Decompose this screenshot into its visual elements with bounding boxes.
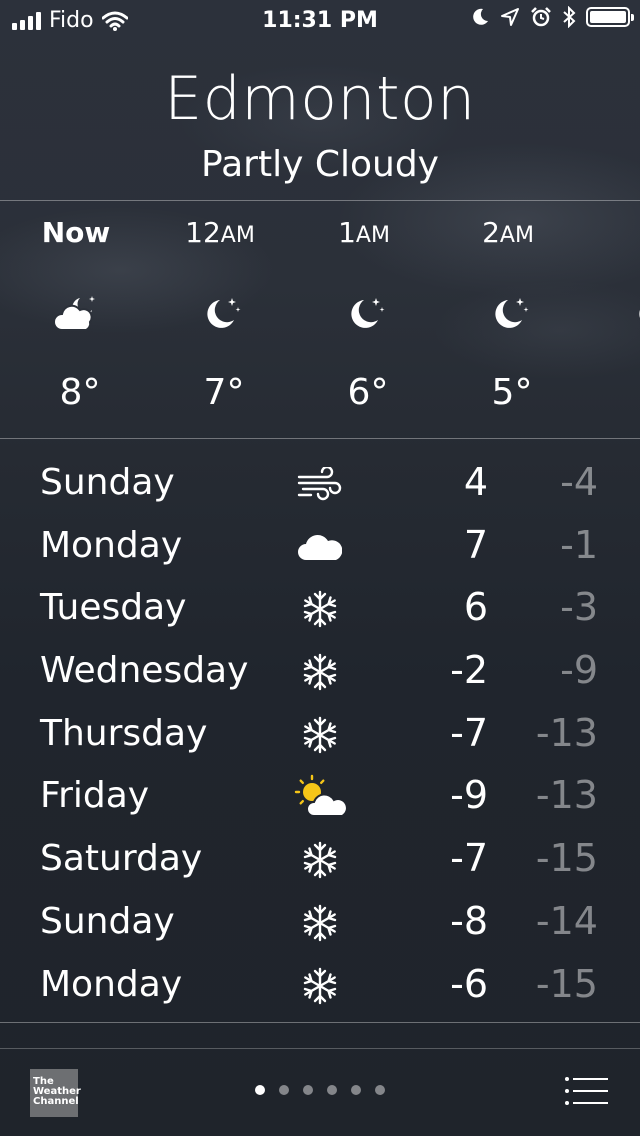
battery-icon	[586, 7, 634, 27]
divider-daily	[0, 1022, 640, 1023]
hourly-temp: 6°	[347, 372, 389, 413]
hourly-item: Now 8°	[6, 202, 146, 438]
hourly-item: 12AM 7°	[150, 202, 290, 438]
page-dot[interactable]	[327, 1085, 337, 1095]
snowflake-icon	[290, 838, 350, 882]
partly-sunny-icon	[290, 775, 350, 819]
high-temp: 4	[463, 460, 488, 504]
day-name: Sunday	[40, 900, 175, 942]
day-name: Monday	[40, 963, 183, 1005]
city-list-icon[interactable]	[564, 1076, 608, 1106]
snowflake-icon	[290, 713, 350, 757]
snowflake-icon	[290, 587, 350, 631]
low-temp: -15	[535, 836, 598, 881]
snowflake-icon	[290, 901, 350, 945]
city-name: Edmonton	[164, 64, 476, 134]
high-temp: -7	[450, 836, 488, 881]
moon-stars-icon	[438, 294, 578, 334]
hourly-temp: 7°	[203, 372, 245, 413]
bluetooth-icon	[563, 6, 576, 28]
daily-row: Friday -9 -13	[0, 765, 640, 828]
hourly-forecast[interactable]: Now8°12AM7°1AM6°2AM5°33	[0, 202, 640, 438]
daily-row: Thursday -7 -13	[0, 703, 640, 766]
status-right	[470, 6, 634, 28]
day-name: Thursday	[40, 712, 208, 754]
page-dot[interactable]	[279, 1085, 289, 1095]
daily-row: Saturday -7 -15	[0, 828, 640, 891]
wind-icon	[290, 462, 350, 506]
low-temp: -1	[560, 522, 598, 567]
low-temp: -9	[560, 648, 598, 693]
snowflake-icon	[290, 964, 350, 1008]
day-name: Sunday	[40, 462, 175, 503]
daily-row: Tuesday 6 -3	[0, 577, 640, 640]
daily-row: Sunday -8 -14	[0, 891, 640, 954]
daily-row: Wednesday -2 -9	[0, 640, 640, 703]
alarm-icon	[531, 7, 551, 27]
hourly-temp: 5°	[491, 372, 533, 413]
bottom-toolbar: The Weather Channel	[0, 1048, 640, 1136]
daily-row: Sunday 4 -4	[0, 452, 640, 515]
low-temp: -13	[535, 773, 598, 818]
page-dot[interactable]	[351, 1085, 361, 1095]
location-arrow-icon	[501, 8, 519, 26]
moon-stars-icon	[150, 294, 290, 334]
low-temp: -3	[560, 585, 598, 630]
hourly-temp: 8°	[59, 372, 101, 413]
low-temp: -15	[535, 961, 598, 1006]
divider-hourly	[0, 438, 640, 439]
moon-stars-icon	[294, 294, 434, 334]
hourly-item: 2AM 5°	[438, 202, 578, 438]
page-dot[interactable]	[303, 1085, 313, 1095]
high-temp: 6	[463, 585, 488, 630]
hourly-time: 2AM	[482, 216, 534, 249]
high-temp: 7	[463, 522, 488, 567]
page-indicator[interactable]	[0, 1085, 640, 1095]
page-dot[interactable]	[375, 1085, 385, 1095]
hourly-item: 1AM 6°	[294, 202, 434, 438]
hourly-temp: 3	[582, 372, 640, 413]
daily-row: Monday 7 -1	[0, 515, 640, 578]
high-temp: -6	[450, 961, 488, 1006]
cloud-icon	[290, 525, 350, 569]
low-temp: -4	[560, 460, 598, 504]
day-name: Wednesday	[40, 650, 249, 692]
moon-stars-icon	[582, 294, 640, 334]
divider-top	[0, 200, 640, 201]
partly-cloudy-night-icon	[6, 294, 146, 334]
hourly-time: 3	[582, 216, 640, 249]
day-name: Tuesday	[40, 587, 187, 629]
high-temp: -7	[450, 710, 488, 755]
day-name: Saturday	[40, 838, 203, 880]
moon-icon	[473, 8, 488, 25]
hourly-item: 33	[582, 202, 640, 438]
daily-forecast[interactable]: Sunday 4 -4 Monday 7 -1 Tuesday 6 -3 Wednesday -2 -…	[0, 452, 640, 1016]
battery-fill	[590, 11, 626, 23]
snowflake-icon	[290, 650, 350, 694]
current-condition: Partly Cloudy	[201, 144, 439, 185]
high-temp: -2	[450, 648, 488, 693]
page-dot[interactable]	[255, 1085, 265, 1095]
daily-row: Monday -6 -15	[0, 954, 640, 1017]
high-temp: -8	[450, 898, 488, 943]
hourly-time: 12AM	[185, 216, 255, 249]
high-temp: -9	[450, 773, 488, 818]
low-temp: -14	[535, 898, 598, 943]
low-temp: -13	[535, 710, 598, 755]
hourly-time: Now	[41, 216, 111, 249]
day-name: Monday	[40, 524, 183, 566]
day-name: Friday	[40, 775, 150, 817]
status-bar: Fido 11:31 PM	[0, 0, 640, 40]
hourly-time: 1AM	[338, 216, 390, 249]
